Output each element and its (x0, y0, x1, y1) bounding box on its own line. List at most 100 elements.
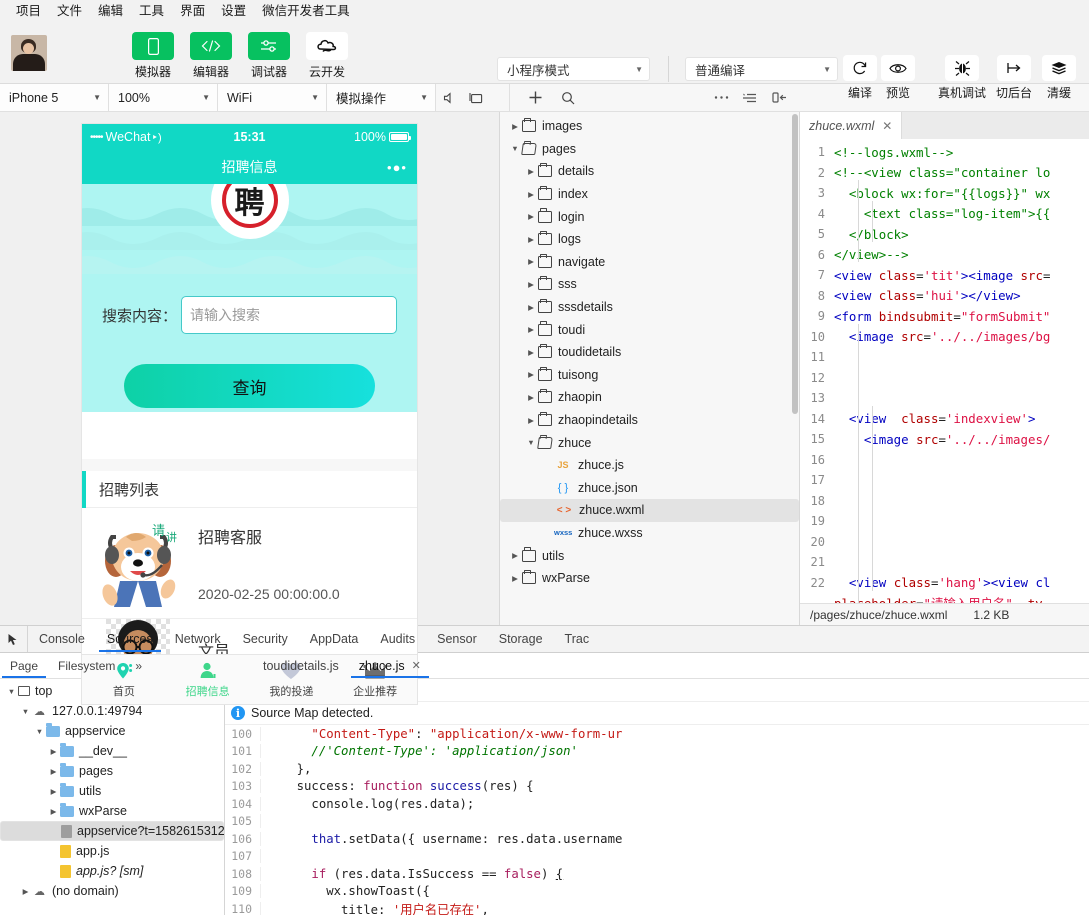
sources-tree-row[interactable]: ▶ ☁ (no domain) (0, 881, 224, 901)
file-tree-row[interactable]: ▼ zhuce (500, 431, 799, 454)
search-icon[interactable] (550, 85, 586, 111)
source-tab-toudidetails[interactable]: toudidetails.js (253, 653, 349, 678)
subtab-page[interactable]: Page (0, 653, 48, 678)
devtools-tab-storage[interactable]: Storage (488, 626, 554, 652)
outline-icon[interactable] (734, 85, 764, 111)
menu-item-wechat-devtools[interactable]: 微信开发者工具 (254, 0, 358, 22)
chevron-right-icon[interactable]: ▶ (524, 257, 538, 266)
file-tree-row[interactable]: ▶ details (500, 160, 799, 183)
menu-item-interface[interactable]: 界面 (172, 0, 213, 22)
file-tree-row[interactable]: JS zhuce.js (500, 454, 799, 477)
chevron-right-icon[interactable]: ▶ (524, 416, 538, 425)
sources-tree-row[interactable]: app.js (0, 841, 224, 861)
sources-tree-row[interactable]: appservice?t=158261531223 (0, 821, 224, 841)
add-icon[interactable] (520, 85, 550, 111)
chevron-down-icon[interactable]: ▼ (33, 727, 46, 736)
devtools-tab-network[interactable]: Network (164, 626, 232, 652)
devtools-tab-trac[interactable]: Trac (554, 626, 601, 652)
collapse-icon[interactable] (764, 85, 794, 111)
chevron-right-icon[interactable]: ▶ (524, 167, 538, 176)
menu-item-edit[interactable]: 编辑 (90, 0, 131, 22)
chevron-down-icon[interactable]: ▼ (508, 144, 522, 153)
network-select[interactable]: WiFi ▼ (218, 84, 327, 111)
file-tree-row[interactable]: ▶ navigate (500, 251, 799, 274)
close-icon[interactable]: ✕ (882, 119, 892, 133)
source-tab-zhuce[interactable]: zhuce.js ✕ (349, 653, 431, 678)
mini-program-mode-select[interactable]: 小程序模式 ▼ (497, 57, 650, 81)
preview-button[interactable]: 预览 (881, 55, 915, 101)
sources-tree[interactable]: ▼ top ▼ ☁ 127.0.0.1:49794 ▼ appservice ▶ __dev__… (0, 679, 224, 915)
chevron-right-icon[interactable]: ▶ (47, 787, 60, 796)
editor-toggle-button[interactable]: 编辑器 (189, 32, 233, 80)
subtab-more[interactable]: » (125, 653, 152, 678)
sources-tree-row[interactable]: ▶ __dev__ (0, 741, 224, 761)
file-tree-row[interactable]: ▶ toudi (500, 318, 799, 341)
chevron-right-icon[interactable]: ▶ (508, 122, 522, 131)
file-tree-row[interactable]: wxss zhuce.wxss (500, 522, 799, 545)
line-number[interactable]: 107 (225, 849, 261, 864)
line-number[interactable]: 104 (225, 796, 261, 811)
chevron-right-icon[interactable]: ▶ (508, 551, 522, 560)
sources-tree-row[interactable]: ▶ utils (0, 781, 224, 801)
line-number[interactable]: 100 (225, 726, 261, 741)
editor-tab-zhuce-wxml[interactable]: zhuce.wxml ✕ (800, 112, 903, 139)
file-tree-row[interactable]: ▶ login (500, 205, 799, 228)
devtools-tab-appdata[interactable]: AppData (299, 626, 370, 652)
tab-recruit-info[interactable]: 招聘信息 (166, 660, 250, 699)
file-tree-row[interactable]: ▶ sss (500, 273, 799, 296)
chevron-down-icon[interactable]: ▼ (5, 687, 18, 696)
file-tree-row[interactable]: ▶ zhaopin (500, 386, 799, 409)
line-number[interactable]: 108 (225, 866, 261, 881)
sources-tree-row[interactable]: ▶ pages (0, 761, 224, 781)
user-avatar[interactable] (11, 35, 47, 71)
chevron-right-icon[interactable]: ▶ (524, 303, 538, 312)
screen-icon[interactable] (465, 85, 487, 111)
switch-background-button[interactable]: 切后台 (996, 55, 1032, 101)
chevron-right-icon[interactable]: ▶ (524, 325, 538, 334)
devtools-tab-audits[interactable]: Audits (369, 626, 426, 652)
file-tree-row[interactable]: ▶ utils (500, 544, 799, 567)
file-tree-row[interactable]: ▶ images (500, 115, 799, 138)
file-tree-row[interactable]: ▶ tuisong (500, 364, 799, 387)
menu-item-settings[interactable]: 设置 (213, 0, 254, 22)
file-tree-row[interactable]: ▼ pages (500, 138, 799, 161)
devtools-tab-sources[interactable]: Sources (96, 626, 164, 652)
chevron-right-icon[interactable]: ▶ (524, 370, 538, 379)
search-input[interactable] (181, 296, 397, 334)
chevron-right-icon[interactable]: ▶ (524, 212, 538, 221)
sources-tree-row[interactable]: app.js? [sm] (0, 861, 224, 881)
chevron-right-icon[interactable]: ▶ (524, 280, 538, 289)
devtools-tab-console[interactable]: Console (28, 626, 96, 652)
js-source-code[interactable]: 100 "Content-Type": "application/x-www-f… (225, 725, 1089, 915)
line-number[interactable]: 103 (225, 779, 261, 794)
chevron-right-icon[interactable]: ▶ (19, 887, 32, 896)
file-tree-row[interactable]: ▶ logs (500, 228, 799, 251)
compile-button[interactable]: 编译 (843, 55, 877, 101)
wechat-menu-icon[interactable]: •●• (387, 160, 407, 175)
sources-tree-row[interactable]: ▶ wxParse (0, 801, 224, 821)
chevron-right-icon[interactable]: ▶ (524, 348, 538, 357)
line-number[interactable]: 102 (225, 761, 261, 776)
chevron-right-icon[interactable]: ▶ (47, 747, 60, 756)
device-select[interactable]: iPhone 5 ▼ (0, 84, 109, 111)
query-button[interactable]: 查询 (124, 364, 375, 408)
sources-tree-row[interactable]: ▼ appservice (0, 721, 224, 741)
file-tree-row[interactable]: ▶ zhaopindetails (500, 409, 799, 432)
file-tree-row[interactable]: { } zhuce.json (500, 477, 799, 500)
sources-tree-row[interactable]: ▼ ☁ 127.0.0.1:49794 (0, 701, 224, 721)
chevron-right-icon[interactable]: ▶ (524, 190, 538, 199)
devtools-tab-security[interactable]: Security (232, 626, 299, 652)
devtools-tab-sensor[interactable]: Sensor (426, 626, 488, 652)
line-number[interactable]: 106 (225, 831, 261, 846)
inspect-element-icon[interactable] (0, 626, 28, 652)
chevron-right-icon[interactable]: ▶ (524, 393, 538, 402)
menu-item-tools[interactable]: 工具 (131, 0, 172, 22)
project-file-tree[interactable]: ▶ images ▼ pages ▶ details ▶ index ▶ login ▶ logs ▶ n… (500, 112, 800, 625)
chevron-right-icon[interactable]: ▶ (47, 767, 60, 776)
compile-mode-select[interactable]: 普通编译 ▼ (685, 57, 838, 81)
operation-select[interactable]: 模拟操作 ▼ (327, 84, 436, 111)
simulator-toggle-button[interactable]: 模拟器 (131, 32, 175, 80)
file-tree-row[interactable]: ▶ sssdetails (500, 296, 799, 319)
line-number[interactable]: 105 (225, 814, 261, 829)
chevron-down-icon[interactable]: ▼ (524, 438, 538, 447)
